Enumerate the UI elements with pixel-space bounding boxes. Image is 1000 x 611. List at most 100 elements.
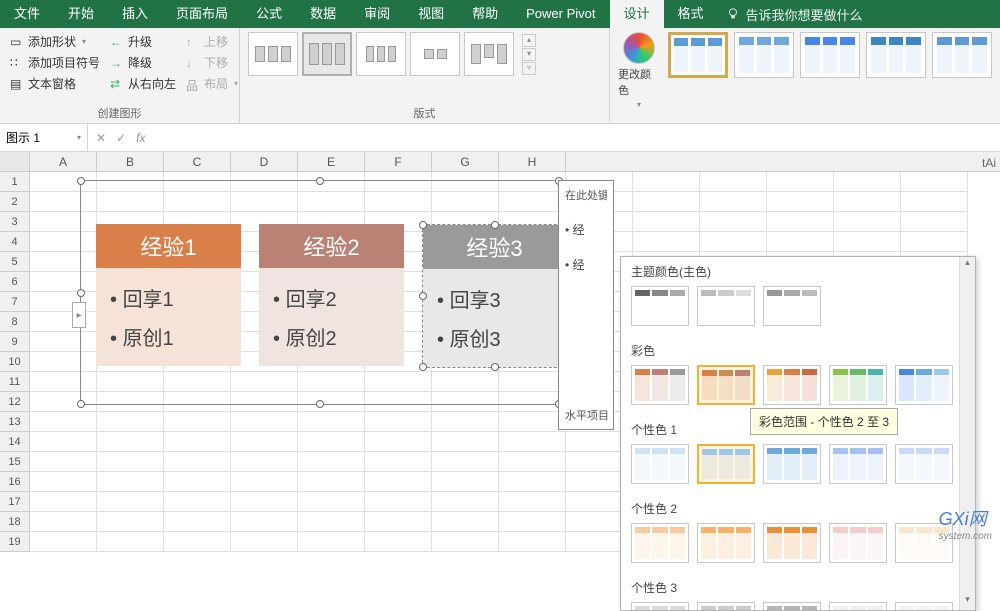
menu-tab-data[interactable]: 数据 <box>296 0 350 28</box>
col-header-G[interactable]: G <box>432 152 499 171</box>
color-swatch[interactable] <box>697 286 755 326</box>
row-header[interactable]: 1 <box>0 172 30 192</box>
menu-tab-powerpivot[interactable]: Power Pivot <box>512 0 609 28</box>
cell[interactable] <box>231 472 298 492</box>
smartart-card-3[interactable]: 经验3 回享3原创3 <box>422 224 567 368</box>
confirm-icon[interactable]: ✓ <box>116 131 126 145</box>
cell[interactable] <box>499 432 566 452</box>
cell[interactable] <box>901 232 968 252</box>
cell[interactable] <box>432 412 499 432</box>
cell[interactable] <box>298 532 365 552</box>
color-swatch[interactable] <box>829 444 887 484</box>
cell[interactable] <box>432 532 499 552</box>
cell[interactable] <box>365 532 432 552</box>
style-option-1[interactable] <box>668 32 728 78</box>
layout-option-4[interactable] <box>410 32 460 76</box>
color-swatch[interactable] <box>631 365 689 405</box>
cell[interactable] <box>834 172 901 192</box>
cell[interactable] <box>633 172 700 192</box>
smartart-text-pane[interactable]: 在此处键入 • 经 • 经 水平项目 <box>558 180 614 430</box>
layout-option-2[interactable] <box>302 32 352 76</box>
cell[interactable] <box>700 172 767 192</box>
gallery-more-icon[interactable]: ▿ <box>522 62 536 75</box>
color-swatch[interactable] <box>697 365 755 405</box>
cell[interactable] <box>767 192 834 212</box>
cell[interactable] <box>767 172 834 192</box>
row-header[interactable]: 12 <box>0 392 30 412</box>
row-header[interactable]: 18 <box>0 512 30 532</box>
cell[interactable] <box>97 452 164 472</box>
row-header[interactable]: 8 <box>0 312 30 332</box>
color-swatch[interactable] <box>631 444 689 484</box>
menu-tab-review[interactable]: 审阅 <box>350 0 404 28</box>
cell[interactable] <box>365 452 432 472</box>
row-header[interactable]: 6 <box>0 272 30 292</box>
cell[interactable] <box>298 432 365 452</box>
text-pane-toggle[interactable]: ▸ <box>72 302 86 328</box>
cell[interactable] <box>164 472 231 492</box>
cell[interactable] <box>231 492 298 512</box>
text-pane-button[interactable]: ▤文本窗格 <box>8 74 102 93</box>
cell[interactable] <box>164 512 231 532</box>
row-header[interactable]: 16 <box>0 472 30 492</box>
row-header[interactable]: 9 <box>0 332 30 352</box>
cell[interactable] <box>298 452 365 472</box>
cell[interactable] <box>30 452 97 472</box>
color-swatch[interactable] <box>829 523 887 563</box>
col-header-B[interactable]: B <box>97 152 164 171</box>
row-header[interactable]: 15 <box>0 452 30 472</box>
cell[interactable] <box>901 172 968 192</box>
style-option-2[interactable] <box>734 32 794 78</box>
cell[interactable] <box>298 512 365 532</box>
demote-button[interactable]: →降级 <box>108 53 178 72</box>
layout-option-3[interactable] <box>356 32 406 76</box>
row-header[interactable]: 11 <box>0 372 30 392</box>
row-header[interactable]: 7 <box>0 292 30 312</box>
cell[interactable] <box>231 512 298 532</box>
menu-tab-insert[interactable]: 插入 <box>108 0 162 28</box>
color-swatch[interactable] <box>829 602 887 611</box>
color-swatch[interactable] <box>763 523 821 563</box>
col-header-C[interactable]: C <box>164 152 231 171</box>
cell[interactable] <box>499 492 566 512</box>
row-header[interactable]: 14 <box>0 432 30 452</box>
panel-scrollbar[interactable]: ▴ ▾ <box>959 257 975 610</box>
cell[interactable] <box>164 532 231 552</box>
row-header[interactable]: 13 <box>0 412 30 432</box>
promote-button[interactable]: ←升级 <box>108 32 178 51</box>
cell[interactable] <box>834 232 901 252</box>
scroll-up-icon[interactable]: ▴ <box>960 257 975 273</box>
row-header[interactable]: 2 <box>0 192 30 212</box>
layout-button[interactable]: 品布局▾ <box>184 74 240 93</box>
color-swatch[interactable] <box>631 523 689 563</box>
menu-tab-design[interactable]: 设计 <box>610 0 664 28</box>
menu-tab-format[interactable]: 格式 <box>664 0 718 28</box>
cell[interactable] <box>700 192 767 212</box>
menu-tab-home[interactable]: 开始 <box>54 0 108 28</box>
color-swatch[interactable] <box>697 523 755 563</box>
menu-tab-help[interactable]: 帮助 <box>458 0 512 28</box>
color-swatch[interactable] <box>895 602 953 611</box>
color-swatch[interactable] <box>895 365 953 405</box>
cell[interactable] <box>231 412 298 432</box>
row-header[interactable]: 17 <box>0 492 30 512</box>
cell[interactable] <box>499 452 566 472</box>
color-swatch[interactable] <box>631 602 689 611</box>
color-swatch[interactable] <box>763 444 821 484</box>
color-swatch[interactable] <box>829 365 887 405</box>
add-bullet-button[interactable]: ∷添加项目符号 <box>8 53 102 72</box>
cell[interactable] <box>365 432 432 452</box>
cell[interactable] <box>499 512 566 532</box>
cell[interactable] <box>30 512 97 532</box>
cell[interactable] <box>164 452 231 472</box>
cell[interactable] <box>767 232 834 252</box>
cell[interactable] <box>901 212 968 232</box>
cell[interactable] <box>30 532 97 552</box>
color-swatch[interactable] <box>631 286 689 326</box>
cell[interactable] <box>97 472 164 492</box>
cell[interactable] <box>432 472 499 492</box>
cell[interactable] <box>97 492 164 512</box>
cell[interactable] <box>365 492 432 512</box>
move-down-button[interactable]: ↓下移 <box>184 53 240 72</box>
menu-tab-layout[interactable]: 页面布局 <box>162 0 242 28</box>
